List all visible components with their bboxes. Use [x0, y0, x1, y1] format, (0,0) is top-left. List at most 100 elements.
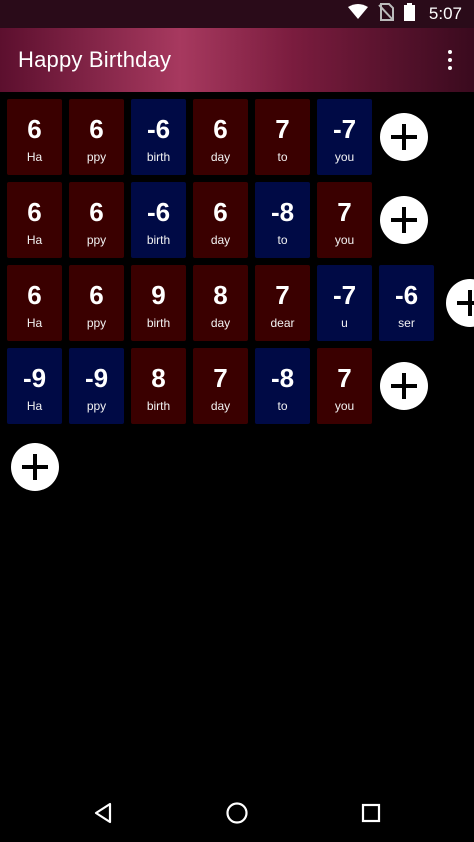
- tile-number: -8: [270, 363, 295, 393]
- tile-word: Ha: [26, 316, 43, 330]
- app-bar: Happy Birthday: [0, 28, 474, 92]
- status-bar: 5:07: [0, 0, 474, 28]
- tile-word: day: [210, 233, 231, 247]
- note-tile[interactable]: 6 ppy: [69, 182, 124, 258]
- no-sim-icon: [378, 2, 394, 26]
- wifi-icon: [347, 3, 368, 25]
- plus-icon: [22, 454, 48, 480]
- back-icon[interactable]: [90, 800, 116, 826]
- note-tile[interactable]: 7 you: [317, 348, 372, 424]
- tile-word: day: [210, 316, 231, 330]
- tile-number: 7: [337, 363, 352, 393]
- tile-number: 9: [151, 280, 166, 310]
- tile-number: 6: [27, 197, 42, 227]
- note-tile[interactable]: 6 ppy: [69, 265, 124, 341]
- tile-word: birth: [146, 150, 171, 164]
- tile-word: you: [334, 233, 355, 247]
- plus-icon: [457, 290, 474, 316]
- tile-grid: 6 Ha 6 ppy -6 birth 6 day 7 to -7 you 6 Ha 6 ppy -6 birth…: [0, 92, 474, 782]
- tile-word: u: [341, 316, 348, 330]
- note-tile[interactable]: 7 dear: [255, 265, 310, 341]
- tile-number: -6: [146, 197, 171, 227]
- tile-number: 6: [89, 197, 104, 227]
- note-tile[interactable]: 9 birth: [131, 265, 186, 341]
- navigation-bar: [0, 782, 474, 842]
- tile-word: day: [210, 150, 231, 164]
- note-tile[interactable]: 6 Ha: [7, 182, 62, 258]
- tile-word: dear: [270, 316, 295, 330]
- tile-word: to: [277, 150, 288, 164]
- tile-word: you: [334, 150, 355, 164]
- tile-word: to: [277, 399, 288, 413]
- plus-icon: [391, 124, 417, 150]
- tile-number: -6: [146, 114, 171, 144]
- tile-word: birth: [146, 399, 171, 413]
- tile-number: -9: [84, 363, 109, 393]
- tile-number: 8: [213, 280, 228, 310]
- status-time: 5:07: [428, 4, 462, 23]
- note-tile[interactable]: -6 birth: [131, 99, 186, 175]
- tile-word: Ha: [26, 150, 43, 164]
- note-tile[interactable]: -8 to: [255, 182, 310, 258]
- note-tile[interactable]: 7 to: [255, 99, 310, 175]
- tile-word: birth: [146, 316, 171, 330]
- tile-row: -9 Ha -9 ppy 8 birth 7 day -8 to 7 you: [7, 348, 372, 424]
- tile-number: 8: [151, 363, 166, 393]
- tile-number: -6: [394, 280, 419, 310]
- tile-word: ppy: [86, 399, 107, 413]
- note-tile[interactable]: -9 ppy: [69, 348, 124, 424]
- tile-number: 6: [27, 280, 42, 310]
- note-tile[interactable]: -7 you: [317, 99, 372, 175]
- tile-number: 6: [89, 114, 104, 144]
- more-vert-icon[interactable]: [438, 40, 462, 80]
- plus-icon: [391, 373, 417, 399]
- tile-number: 6: [27, 114, 42, 144]
- note-tile[interactable]: -9 Ha: [7, 348, 62, 424]
- tile-number: 7: [213, 363, 228, 393]
- tile-number: 6: [89, 280, 104, 310]
- note-tile[interactable]: 6 Ha: [7, 99, 62, 175]
- note-tile[interactable]: 6 ppy: [69, 99, 124, 175]
- add-tile-button[interactable]: [380, 196, 428, 244]
- tile-word: Ha: [26, 233, 43, 247]
- add-tile-button[interactable]: [380, 362, 428, 410]
- tile-number: -7: [332, 280, 357, 310]
- note-tile[interactable]: 8 day: [193, 265, 248, 341]
- note-tile[interactable]: -6 ser: [379, 265, 434, 341]
- tile-number: 7: [337, 197, 352, 227]
- tile-row: 6 Ha 6 ppy -6 birth 6 day 7 to -7 you: [7, 99, 372, 175]
- home-icon[interactable]: [224, 800, 250, 826]
- tile-word: ppy: [86, 150, 107, 164]
- tile-number: 7: [275, 280, 290, 310]
- note-tile[interactable]: -8 to: [255, 348, 310, 424]
- tile-word: you: [334, 399, 355, 413]
- tile-number: -8: [270, 197, 295, 227]
- tile-word: birth: [146, 233, 171, 247]
- tile-number: 7: [275, 114, 290, 144]
- note-tile[interactable]: 7 you: [317, 182, 372, 258]
- tile-word: day: [210, 399, 231, 413]
- note-tile[interactable]: -7 u: [317, 265, 372, 341]
- tile-word: to: [277, 233, 288, 247]
- note-tile[interactable]: -6 birth: [131, 182, 186, 258]
- tile-word: ppy: [86, 233, 107, 247]
- add-tile-button[interactable]: [380, 113, 428, 161]
- app-title: Happy Birthday: [18, 47, 172, 72]
- tile-word: ser: [398, 316, 415, 330]
- add-tile-button[interactable]: [446, 279, 474, 327]
- note-tile[interactable]: 6 day: [193, 182, 248, 258]
- note-tile[interactable]: 6 Ha: [7, 265, 62, 341]
- tile-number: -9: [22, 363, 47, 393]
- tile-row: 6 Ha 6 ppy -6 birth 6 day -8 to 7 you: [7, 182, 372, 258]
- tile-word: Ha: [26, 399, 43, 413]
- tile-word: ppy: [86, 316, 107, 330]
- recents-icon[interactable]: [358, 800, 384, 826]
- add-row-button[interactable]: [11, 443, 59, 491]
- plus-icon: [391, 207, 417, 233]
- battery-icon: [403, 2, 415, 26]
- note-tile[interactable]: 8 birth: [131, 348, 186, 424]
- tile-number: 6: [213, 197, 228, 227]
- note-tile[interactable]: 7 day: [193, 348, 248, 424]
- tile-number: 6: [213, 114, 228, 144]
- note-tile[interactable]: 6 day: [193, 99, 248, 175]
